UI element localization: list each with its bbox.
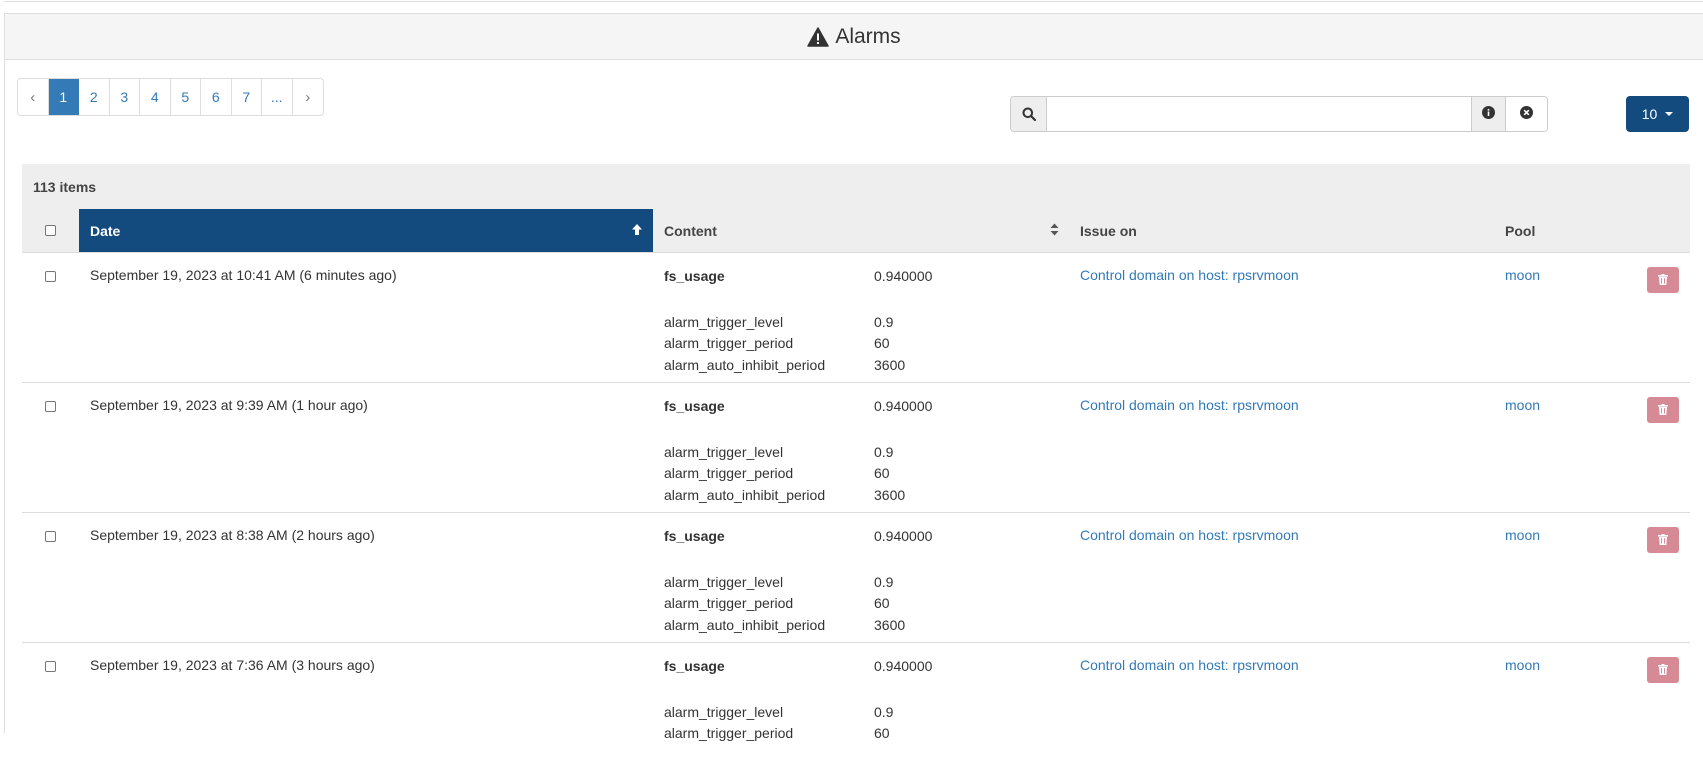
param-value: 0.9 [874,443,894,460]
row-date: September 19, 2023 at 9:39 AM (1 hour ag… [90,397,368,413]
pool-link[interactable]: moon [1505,267,1540,283]
search-input[interactable] [1047,97,1471,131]
select-all-checkbox[interactable] [45,225,56,236]
pagination-page-3[interactable]: 3 [109,79,140,115]
table-row: September 19, 2023 at 7:36 AM (3 hours a… [22,642,1690,772]
param-value: 0.9 [874,313,894,330]
metric-name: fs_usage [664,268,725,284]
trash-icon [1658,662,1668,678]
metric-value: 0.940000 [874,398,933,414]
row-content: fs_usage 0.940000 alarm_trigger_level 0.… [664,657,1069,743]
delete-button[interactable] [1647,267,1679,293]
pagination-ellipsis[interactable]: ... [262,79,293,115]
search-group [1010,96,1548,132]
pagination-next-button[interactable]: › [292,79,323,115]
param-key: alarm_trigger_level [664,313,784,330]
metric-name: fs_usage [664,528,725,544]
row-date: September 19, 2023 at 10:41 AM (6 minute… [90,267,397,283]
param-value: 0.9 [874,703,894,720]
warning-triangle-icon [807,26,830,47]
header-content-label: Content [664,222,717,239]
header-issue-on: Issue on [1080,222,1137,239]
param-key: alarm_trigger_level [664,573,784,590]
issue-on-link[interactable]: Control domain on host: rpsrvmoon [1080,397,1299,413]
param-value: 0.9 [874,573,894,590]
pagination-page-7[interactable]: 7 [231,79,262,115]
metric-value: 0.940000 [874,658,933,674]
header-pool: Pool [1505,222,1536,239]
param-value: 60 [874,725,890,741]
param-key: alarm_trigger_level [664,703,784,720]
issue-on-link[interactable]: Control domain on host: rpsrvmoon [1080,657,1299,673]
pagination: ‹ 1 2 3 4 5 6 7 ... › [17,78,324,116]
sort-icon [1050,223,1059,239]
param-key: alarm_trigger_period [664,725,794,741]
page-title: Alarms [835,24,901,48]
param-value: 3600 [874,356,906,373]
search-icon [1011,97,1047,131]
pagination-page-6[interactable]: 6 [201,79,232,115]
clear-circle-icon [1520,106,1533,122]
row-checkbox[interactable] [45,401,56,412]
table-row: September 19, 2023 at 9:39 AM (1 hour ag… [22,382,1690,512]
row-date: September 19, 2023 at 7:36 AM (3 hours a… [90,657,375,673]
param-value: 3600 [874,616,906,633]
header-date[interactable]: Date [79,209,653,252]
delete-button[interactable] [1647,657,1679,683]
pool-link[interactable]: moon [1505,527,1540,543]
trash-icon [1658,532,1668,548]
param-value: 60 [874,465,890,481]
param-key: alarm_trigger_level [664,443,784,460]
row-date: September 19, 2023 at 8:38 AM (2 hours a… [90,527,375,543]
param-key: alarm_trigger_period [664,335,794,351]
metric-value: 0.940000 [874,268,933,284]
pagination-page-1[interactable]: 1 [48,79,79,115]
pagination-page-4[interactable]: 4 [140,79,171,115]
header-date-label: Date [90,222,121,239]
param-key: alarm_trigger_period [664,465,794,481]
trash-icon [1658,402,1668,418]
param-key: alarm_auto_inhibit_period [664,486,826,503]
param-key: alarm_auto_inhibit_period [664,616,826,633]
issue-on-link[interactable]: Control domain on host: rpsrvmoon [1080,267,1299,283]
panel-heading: Alarms [5,14,1703,60]
metric-name: fs_usage [664,398,725,414]
search-clear-button[interactable] [1505,97,1547,131]
param-value: 60 [874,595,890,611]
row-checkbox[interactable] [45,661,56,672]
delete-button[interactable] [1647,397,1679,423]
table-header: Date Content Issue on Pool [22,209,1690,252]
metric-value: 0.940000 [874,528,933,544]
param-key: alarm_auto_inhibit_period [664,356,826,373]
metric-name: fs_usage [664,658,725,674]
items-per-page-dropdown[interactable]: 10 [1626,96,1689,132]
delete-button[interactable] [1647,527,1679,553]
items-count: 113 items [22,164,1690,209]
row-checkbox[interactable] [45,271,56,282]
info-icon [1482,106,1495,122]
table-row: September 19, 2023 at 8:38 AM (2 hours a… [22,512,1690,642]
items-per-page-value: 10 [1641,106,1658,122]
sort-arrow-up-icon [631,223,643,239]
row-content: fs_usage 0.940000 alarm_trigger_level 0.… [664,397,1069,504]
top-border [4,0,1703,2]
pagination-page-2[interactable]: 2 [79,79,110,115]
param-value: 3600 [874,486,906,503]
trash-icon [1658,272,1668,288]
pagination-page-5[interactable]: 5 [170,79,201,115]
row-checkbox[interactable] [45,531,56,542]
param-key: alarm_trigger_period [664,595,794,611]
table-row: September 19, 2023 at 10:41 AM (6 minute… [22,252,1690,382]
param-value: 60 [874,335,890,351]
issue-on-link[interactable]: Control domain on host: rpsrvmoon [1080,527,1299,543]
pool-link[interactable]: moon [1505,657,1540,673]
pagination-prev-button[interactable]: ‹ [18,79,49,115]
row-content: fs_usage 0.940000 alarm_trigger_level 0.… [664,267,1069,374]
alarms-table: 113 items Date Content Issue on Pool Sep… [22,164,1690,772]
pool-link[interactable]: moon [1505,397,1540,413]
search-info-button[interactable] [1471,97,1505,131]
caret-down-icon [1665,112,1674,116]
row-content: fs_usage 0.940000 alarm_trigger_level 0.… [664,527,1069,634]
header-content[interactable]: Content [653,223,1069,239]
